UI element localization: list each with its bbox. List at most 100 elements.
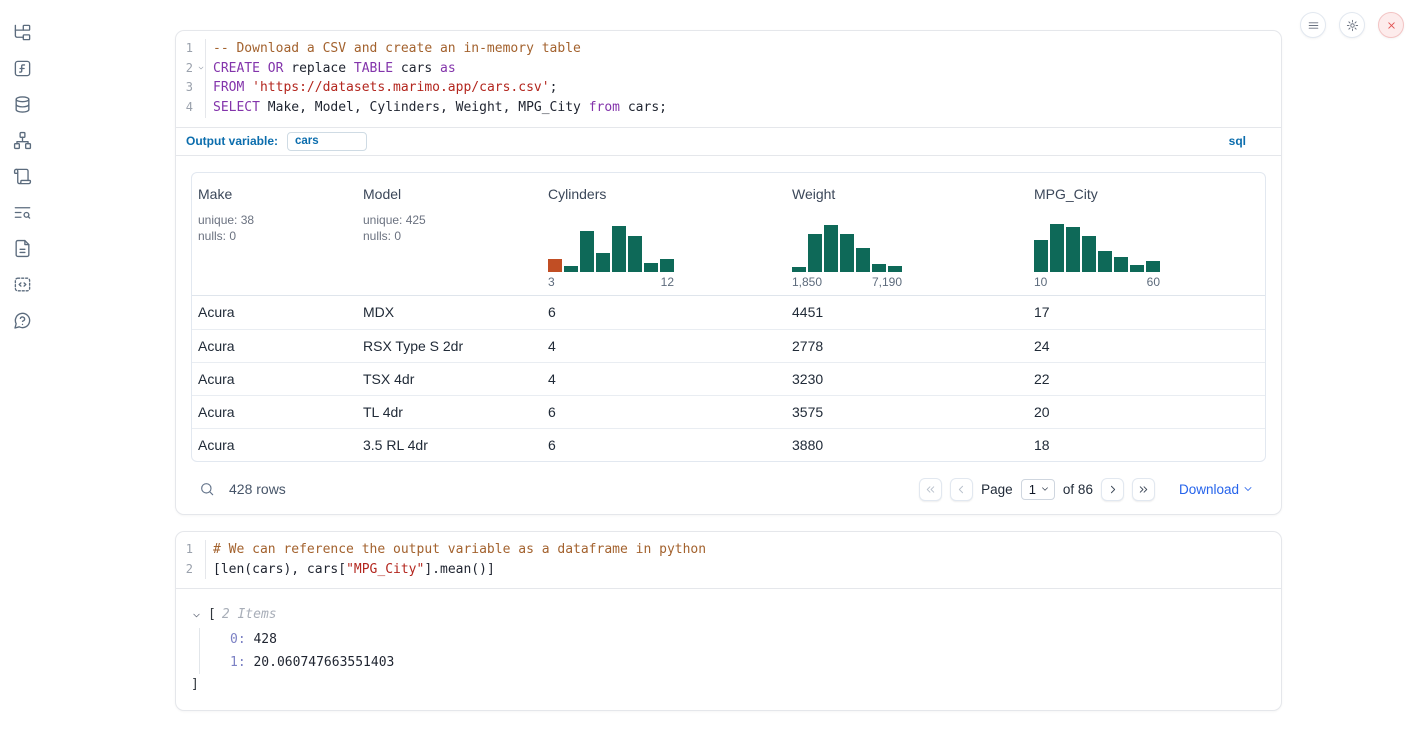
histogram-bar [612,226,626,272]
code-line[interactable]: 2CREATE OR replace TABLE cars as [176,59,1281,79]
table-row[interactable]: AcuraTL 4dr6357520 [192,395,1265,428]
column-stat: unique: 38 [198,212,349,228]
row-count: 428 rows [229,481,286,497]
table-cell: Acura [192,338,357,354]
page-select[interactable]: 1 [1021,479,1055,500]
pagination: Page 1 of 86 Download [919,478,1254,501]
line-number: 2 [176,59,206,79]
histogram-Weight[interactable]: 1,8507,190 [792,220,902,289]
table-cell: 24 [1028,338,1265,354]
code-line[interactable]: 1# We can reference the output variable … [176,540,1281,560]
histogram-bar [1050,224,1064,272]
table-cell: RSX Type S 2dr [357,338,542,354]
download-button[interactable]: Download [1179,482,1254,497]
histogram-bar [1114,257,1128,272]
axis-min-label: 10 [1034,275,1047,289]
histogram-bar [596,253,610,272]
histogram-bar [888,266,902,272]
output-variable-label: Output variable: [186,134,278,148]
column-stat: nulls: 0 [198,228,349,244]
scroll-icon[interactable] [12,166,32,186]
table-cell: 17 [1028,304,1265,320]
line-number: 2 [176,560,206,580]
sql-output-area: Makeunique: 38nulls: 0Modelunique: 425nu… [176,156,1281,517]
histogram-bar [856,248,870,272]
chevron-down-icon [1242,483,1254,495]
table-cell: TSX 4dr [357,371,542,387]
fold-chevron-icon[interactable] [197,64,205,72]
database-icon[interactable] [12,94,32,114]
collapse-chevron-icon[interactable] [191,610,202,621]
python-code-editor[interactable]: 1# We can reference the output variable … [176,532,1281,588]
column-title: MPG_City [1034,186,1257,202]
table-row[interactable]: AcuraTSX 4dr4323022 [192,362,1265,395]
table-row[interactable]: Acura3.5 RL 4dr6388018 [192,428,1265,461]
tree-entry: 0: 428 [230,628,1266,651]
table-cell: 6 [542,437,786,453]
table-cell: Acura [192,404,357,420]
column-title: Weight [792,186,1020,202]
column-stat: nulls: 0 [363,228,534,244]
page-label: Page [981,482,1013,497]
data-table: Makeunique: 38nulls: 0Modelunique: 425nu… [191,172,1266,462]
histogram-bar [808,234,822,272]
column-header-Weight[interactable]: Weight 1,8507,190 [786,173,1028,295]
table-cell: 18 [1028,437,1265,453]
code-snippets-icon[interactable] [12,274,32,294]
code-line[interactable]: 2[len(cars), cars["MPG_City"].mean()] [176,560,1281,580]
column-header-MPG_City[interactable]: MPG_City 1060 [1028,173,1265,295]
python-cell: 1# We can reference the output variable … [175,531,1282,711]
line-number: 1 [176,39,206,59]
histogram-bar [548,259,562,272]
last-page-button[interactable] [1132,478,1155,501]
column-header-Make[interactable]: Makeunique: 38nulls: 0 [192,173,357,295]
document-icon[interactable] [12,238,32,258]
table-header: Makeunique: 38nulls: 0Modelunique: 425nu… [192,173,1265,296]
download-label: Download [1179,482,1239,497]
file-tree-icon[interactable] [12,22,32,42]
tree-entry-key: 0: [230,632,246,647]
shutdown-button[interactable] [1378,12,1404,38]
column-title: Cylinders [548,186,778,202]
next-page-button[interactable] [1101,478,1124,501]
table-cell: 4451 [786,304,1028,320]
help-circle-icon[interactable] [12,310,32,330]
output-variable-input[interactable] [287,132,367,151]
chevron-down-icon [1040,484,1050,494]
prev-page-button[interactable] [950,478,973,501]
histogram-bar [824,225,838,272]
search-icon[interactable] [199,481,215,497]
line-number: 1 [176,540,206,560]
sql-code-editor[interactable]: 1-- Download a CSV and create an in-memo… [176,31,1281,127]
tree-root-row: [ 2 Items [191,605,1266,625]
table-row[interactable]: AcuraRSX Type S 2dr4277824 [192,329,1265,362]
settings-button[interactable] [1339,12,1365,38]
histogram-bar [1130,265,1144,272]
histogram-Cylinders[interactable]: 312 [548,220,674,289]
column-title: Model [363,186,534,202]
column-header-Cylinders[interactable]: Cylinders 312 [542,173,786,295]
histogram-bar [1034,240,1048,272]
function-square-icon[interactable] [12,58,32,78]
table-cell: 3230 [786,371,1028,387]
histogram-bar [1066,227,1080,272]
code-line[interactable]: 1-- Download a CSV and create an in-memo… [176,39,1281,59]
histogram-MPG_City[interactable]: 1060 [1034,220,1160,289]
notebook-menu-button[interactable] [1300,12,1326,38]
network-icon[interactable] [12,130,32,150]
page-total-label: of 86 [1063,482,1093,497]
code-line[interactable]: 3FROM 'https://datasets.marimo.app/cars.… [176,78,1281,98]
table-cell: 3575 [786,404,1028,420]
first-page-button[interactable] [919,478,942,501]
tree-entry-value: 20.060747663551403 [246,655,395,670]
table-cell: MDX [357,304,542,320]
column-header-Model[interactable]: Modelunique: 425nulls: 0 [357,173,542,295]
histogram-bar [792,267,806,272]
text-search-icon[interactable] [12,202,32,222]
sidebar [0,0,44,729]
code-line[interactable]: 4SELECT Make, Model, Cylinders, Weight, … [176,98,1281,118]
table-cell: Acura [192,437,357,453]
sql-cell: 1-- Download a CSV and create an in-memo… [175,30,1282,515]
table-row[interactable]: AcuraMDX6445117 [192,296,1265,329]
histogram-bar [660,259,674,272]
